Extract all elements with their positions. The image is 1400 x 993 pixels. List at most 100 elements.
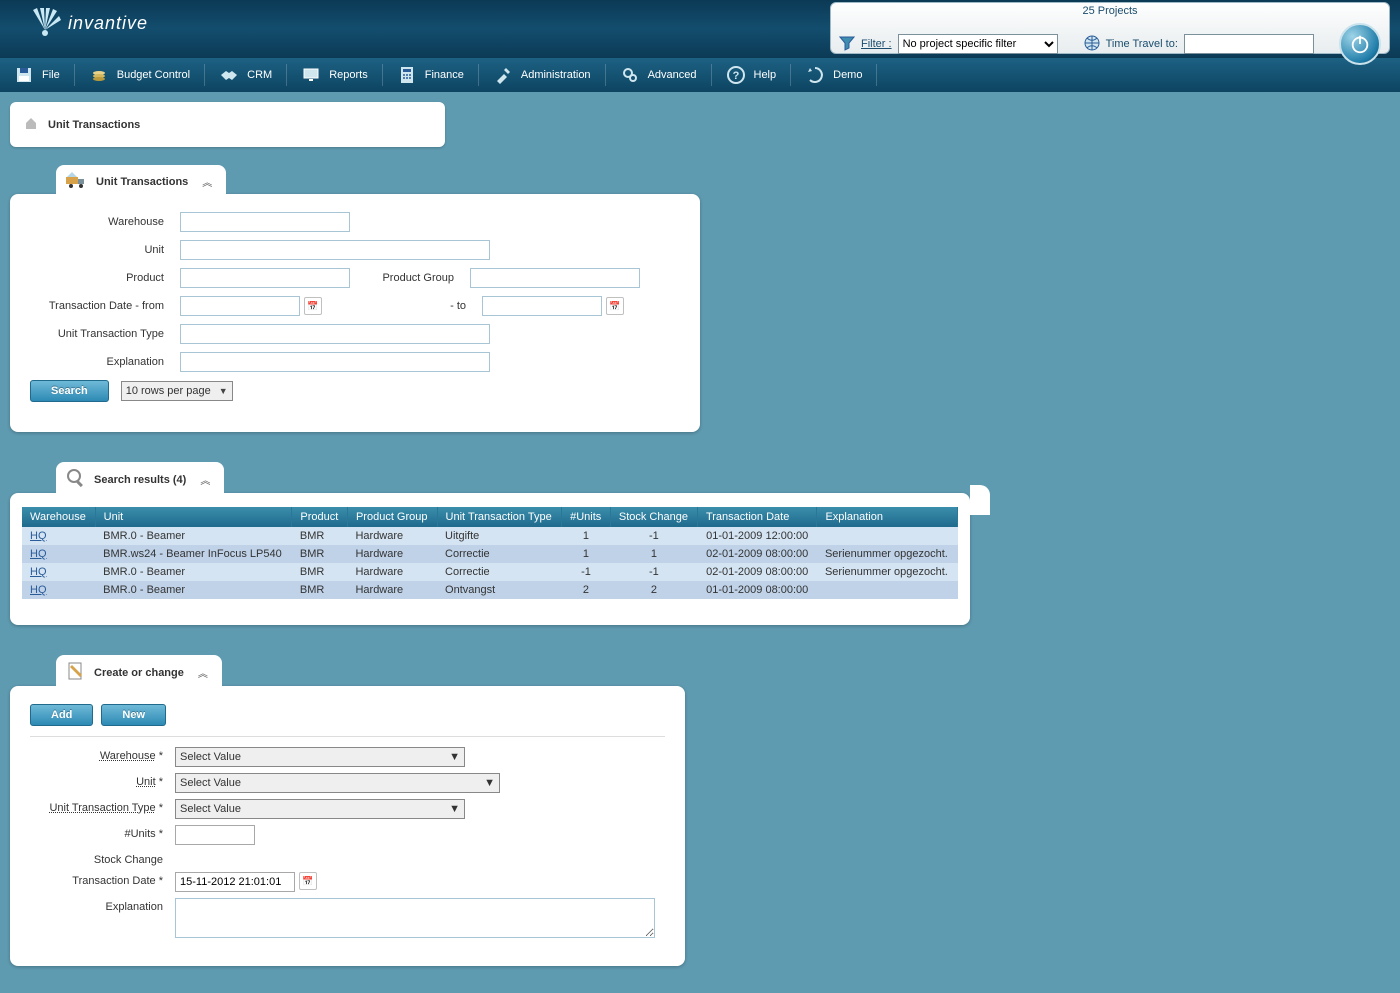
col-units[interactable]: #Units <box>562 507 611 527</box>
panel-create-body: Add New Warehouse Select Value▼ Unit Sel… <box>10 686 685 966</box>
col-warehouse[interactable]: Warehouse <box>22 507 95 527</box>
input-product[interactable] <box>180 268 350 288</box>
col-product-group[interactable]: Product Group <box>347 507 437 527</box>
lbl-unit: Unit <box>30 244 180 256</box>
filter-label[interactable]: Filter : <box>861 38 892 50</box>
cell-utt: Uitgifte <box>437 527 562 545</box>
cc-warehouse-select[interactable]: Select Value▼ <box>175 747 465 767</box>
input-explanation[interactable] <box>180 352 490 372</box>
menu-help[interactable]: ? Help <box>712 58 791 92</box>
input-utt[interactable] <box>180 324 490 344</box>
col-product[interactable]: Product <box>292 507 348 527</box>
cell-date: 01-01-2009 12:00:00 <box>697 527 817 545</box>
cell-product: BMR <box>292 563 348 581</box>
lbl-warehouse: Warehouse <box>30 216 180 228</box>
menu-finance[interactable]: Finance <box>383 58 478 92</box>
cc-unit-select[interactable]: Select Value▼ <box>175 773 500 793</box>
cc-lbl-explanation: Explanation <box>30 898 175 913</box>
panel-results-title: Search results (4) <box>94 474 186 486</box>
cell-product-group: Hardware <box>347 545 437 563</box>
cc-lbl-warehouse[interactable]: Warehouse <box>100 750 156 762</box>
rows-per-page-select[interactable]: 10 rows per page▼ <box>121 381 233 401</box>
warehouse-link[interactable]: HQ <box>30 548 47 560</box>
col-date[interactable]: Transaction Date <box>697 507 817 527</box>
svg-text:?: ? <box>732 70 739 82</box>
col-unit[interactable]: Unit <box>95 507 292 527</box>
collapse-icon[interactable]: ︽ <box>202 174 212 189</box>
warehouse-link[interactable]: HQ <box>30 584 47 596</box>
cc-date-input[interactable] <box>175 872 295 892</box>
globe-icon <box>1084 35 1100 54</box>
cc-lbl-utt[interactable]: Unit Transaction Type <box>49 802 155 814</box>
cell-utt: Ontvangst <box>437 581 562 599</box>
calc-icon <box>397 65 417 85</box>
warehouse-link[interactable]: HQ <box>30 530 47 542</box>
question-icon: ? <box>726 65 746 85</box>
collapse-icon[interactable]: ︽ <box>200 472 210 487</box>
cc-lbl-date: Transaction Date <box>30 872 175 887</box>
menu-reports[interactable]: Reports <box>287 58 382 92</box>
input-product-group[interactable] <box>470 268 640 288</box>
panel-search-tab: Unit Transactions ︽ <box>56 165 226 196</box>
menu-file[interactable]: File <box>0 58 74 92</box>
new-button[interactable]: New <box>101 704 166 726</box>
lbl-utt: Unit Transaction Type <box>30 328 180 340</box>
cell-expl: Serienummer opgezocht. <box>817 563 958 581</box>
project-count[interactable]: 25 Projects <box>831 3 1389 19</box>
calendar-to-icon[interactable]: 📅 <box>606 297 624 315</box>
time-travel-label: Time Travel to: <box>1106 38 1178 50</box>
breadcrumb: Unit Transactions <box>10 102 445 147</box>
home-icon[interactable] <box>24 116 38 133</box>
cell-unit: BMR.0 - Beamer <box>95 581 292 599</box>
time-travel-input[interactable] <box>1184 34 1314 54</box>
cc-lbl-stock: Stock Change <box>30 851 175 866</box>
menu-budget-control[interactable]: Budget Control <box>75 58 204 92</box>
cell-stock: 2 <box>610 581 697 599</box>
table-row: HQBMR.ws24 - Beamer InFocus LP540BMRHard… <box>22 545 958 563</box>
cell-product-group: Hardware <box>347 581 437 599</box>
panel-results-body: Warehouse Unit Product Product Group Uni… <box>10 493 970 625</box>
col-expl[interactable]: Explanation <box>817 507 958 527</box>
handshake-icon <box>219 65 239 85</box>
panel-create-tab: Create or change ︽ <box>56 655 222 688</box>
power-button[interactable] <box>1339 23 1381 65</box>
coins-icon <box>89 65 109 85</box>
cell-utt: Correctie <box>437 563 562 581</box>
cc-explanation-textarea[interactable] <box>175 898 655 938</box>
cc-date-calendar-icon[interactable]: 📅 <box>299 872 317 890</box>
monitor-icon <box>301 65 321 85</box>
panel-results-tab: Search results (4) ︽ <box>56 462 224 495</box>
add-button[interactable]: Add <box>30 704 93 726</box>
collapse-icon[interactable]: ︽ <box>198 665 208 680</box>
cell-stock: 1 <box>610 545 697 563</box>
cc-utt-select[interactable]: Select Value▼ <box>175 799 465 819</box>
menu-advanced[interactable]: Advanced <box>606 58 711 92</box>
search-button[interactable]: Search <box>30 380 109 402</box>
cell-product: BMR <box>292 581 348 599</box>
cell-unit: BMR.0 - Beamer <box>95 563 292 581</box>
cell-product-group: Hardware <box>347 527 437 545</box>
table-row: HQBMR.0 - BeamerBMRHardwareCorrectie-1-1… <box>22 563 958 581</box>
table-row: HQBMR.0 - BeamerBMRHardwareUitgifte1-101… <box>22 527 958 545</box>
cell-date: 02-01-2009 08:00:00 <box>697 545 817 563</box>
truck-icon <box>66 171 88 192</box>
input-unit[interactable] <box>180 240 490 260</box>
results-table: Warehouse Unit Product Product Group Uni… <box>22 507 958 599</box>
cc-lbl-unit[interactable]: Unit <box>136 776 156 788</box>
disk-icon <box>14 65 34 85</box>
cell-product: BMR <box>292 527 348 545</box>
brand-text: invantive <box>68 13 148 34</box>
menu-crm[interactable]: CRM <box>205 58 286 92</box>
lbl-product-group: Product Group <box>350 272 470 284</box>
warehouse-link[interactable]: HQ <box>30 566 47 578</box>
cell-expl: Serienummer opgezocht. <box>817 545 958 563</box>
menu-administration[interactable]: Administration <box>479 58 605 92</box>
input-warehouse[interactable] <box>180 212 350 232</box>
col-utt[interactable]: Unit Transaction Type <box>437 507 562 527</box>
input-date-from[interactable] <box>180 296 300 316</box>
filter-select[interactable]: No project specific filter <box>898 34 1058 54</box>
col-stock[interactable]: Stock Change <box>610 507 697 527</box>
cc-units-input[interactable] <box>175 825 255 845</box>
calendar-from-icon[interactable]: 📅 <box>304 297 322 315</box>
input-date-to[interactable] <box>482 296 602 316</box>
